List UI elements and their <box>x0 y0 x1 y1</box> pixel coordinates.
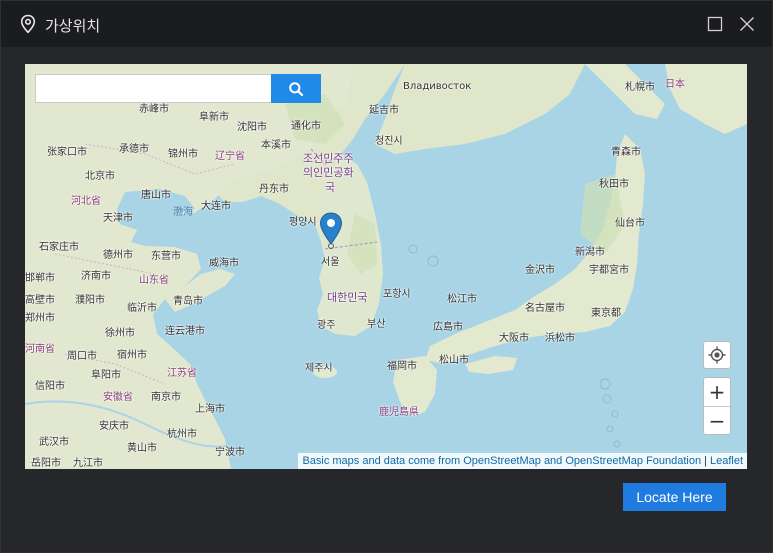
map-label: 黄山市 <box>127 443 157 454</box>
map-label: 威海市 <box>209 258 239 269</box>
map-label: 九江市 <box>73 458 103 469</box>
map-label: Владивосток <box>403 81 472 92</box>
map-label: 제주시 <box>305 363 333 374</box>
map-label: 宁波市 <box>215 447 245 458</box>
map-label: 대한민국 <box>327 291 368 304</box>
map-label: 秋田市 <box>599 179 629 190</box>
map-label: 札幌市 <box>625 82 655 93</box>
virtual-location-window: 가상위치 Владивосток 札幌市 日本 赤峰市 阜新市 沈阳市 通化市 … <box>0 0 773 553</box>
map-label: 高壁市 <box>25 295 55 306</box>
map-label: 仙台市 <box>615 218 645 229</box>
map-label: 東京都 <box>591 308 621 319</box>
map-label: 沈阳市 <box>237 122 267 133</box>
map-label: 阜新市 <box>199 112 229 123</box>
zoom-control: + − <box>703 377 731 435</box>
close-icon[interactable] <box>739 16 755 32</box>
attribution-link[interactable]: Basic maps and data come from OpenStreet… <box>302 455 701 467</box>
map-marker-icon[interactable] <box>319 212 343 250</box>
map-label: 서울 <box>321 257 340 268</box>
map-label: 조선민주주 <box>303 152 354 165</box>
map-label: 河北省 <box>71 196 101 207</box>
map-label: 濮阳市 <box>75 295 105 306</box>
map-label: 新潟市 <box>575 247 605 258</box>
map-label: 청진시 <box>375 136 403 147</box>
map-label: 青岛市 <box>173 296 203 307</box>
map-label: 河南省 <box>25 344 55 355</box>
map-label: 上海市 <box>195 404 225 415</box>
map-label: 金沢市 <box>525 265 555 276</box>
map-label: 武汉市 <box>39 437 69 448</box>
map-label: 평양시 <box>289 217 317 228</box>
map-label: 鹿児島県 <box>379 407 419 418</box>
map-label: 杭州市 <box>167 429 197 440</box>
map-label: 安庆市 <box>99 421 129 432</box>
map-view[interactable]: Владивосток 札幌市 日本 赤峰市 阜新市 沈阳市 通化市 延吉市 张… <box>25 64 747 469</box>
map-label: 浜松市 <box>545 333 575 344</box>
search-icon <box>289 81 304 96</box>
map-label: 东营市 <box>151 251 181 262</box>
map-label: 石家庄市 <box>39 242 79 253</box>
map-label: 延吉市 <box>369 105 399 116</box>
map-label: 江苏省 <box>167 368 197 379</box>
map-label: 南京市 <box>151 392 181 403</box>
map-label: 丹东市 <box>259 184 289 195</box>
map-label: 宇都宮市 <box>589 265 629 276</box>
map-label: 광주 <box>317 320 336 331</box>
map-attribution: Basic maps and data come from OpenStreet… <box>298 453 747 469</box>
maximize-icon[interactable] <box>707 16 723 32</box>
map-label: 岳阳市 <box>31 458 61 469</box>
map-label: 福岡市 <box>387 361 417 372</box>
zoom-in-button[interactable]: + <box>704 378 730 407</box>
crosshair-icon <box>708 346 726 364</box>
map-label: 郑州市 <box>25 313 55 324</box>
map-label: 德州市 <box>103 250 133 261</box>
map-label: 국 <box>325 181 336 194</box>
map-label: 本溪市 <box>261 140 291 151</box>
leaflet-link[interactable]: Leaflet <box>710 455 743 467</box>
locate-me-button[interactable] <box>703 341 731 369</box>
map-label: 信阳市 <box>35 381 65 392</box>
map-label: 포항시 <box>383 289 411 300</box>
search-input[interactable] <box>36 75 272 102</box>
map-label: 日本 <box>665 79 685 90</box>
map-label: 邯郸市 <box>25 273 55 284</box>
map-label: 周口市 <box>67 351 97 362</box>
zoom-out-button[interactable]: − <box>704 407 730 435</box>
location-pin-icon <box>20 14 36 34</box>
search-button[interactable] <box>271 74 321 103</box>
map-label: 大连市 <box>201 201 231 212</box>
map-label: 渤海 <box>173 207 193 218</box>
map-label: 连云港市 <box>165 326 205 337</box>
map-label: 天津市 <box>103 213 133 224</box>
map-label: 辽宁省 <box>215 151 245 162</box>
location-search <box>35 74 321 103</box>
map-label: 広島市 <box>433 322 463 333</box>
map-label: 唐山市 <box>141 190 171 201</box>
window-title: 가상위치 <box>45 17 101 35</box>
map-label: 张家口市 <box>47 147 87 158</box>
title-bar[interactable]: 가상위치 <box>1 1 772 47</box>
map-label: 北京市 <box>85 171 115 182</box>
map-label: 济南市 <box>81 271 111 282</box>
map-label: 临沂市 <box>127 303 157 314</box>
map-label: 山东省 <box>139 275 169 286</box>
map-label: 부산 <box>367 319 386 330</box>
map-label: 通化市 <box>291 121 321 132</box>
locate-here-button[interactable]: Locate Here <box>623 483 726 511</box>
map-label: 松江市 <box>447 294 477 305</box>
map-label: 安徽省 <box>103 392 133 403</box>
map-label: 阜阳市 <box>91 370 121 381</box>
map-label: 承德市 <box>119 144 149 155</box>
map-label: 赤峰市 <box>139 104 169 115</box>
map-label: 徐州市 <box>105 328 135 339</box>
map-label: 松山市 <box>439 355 469 366</box>
map-label: 名古屋市 <box>525 303 565 314</box>
map-label: 宿州市 <box>117 350 147 361</box>
map-label: 大阪市 <box>499 333 529 344</box>
map-label: 의인민공화 <box>303 166 354 179</box>
map-label: 青森市 <box>611 147 641 158</box>
map-label: 锦州市 <box>168 149 198 160</box>
